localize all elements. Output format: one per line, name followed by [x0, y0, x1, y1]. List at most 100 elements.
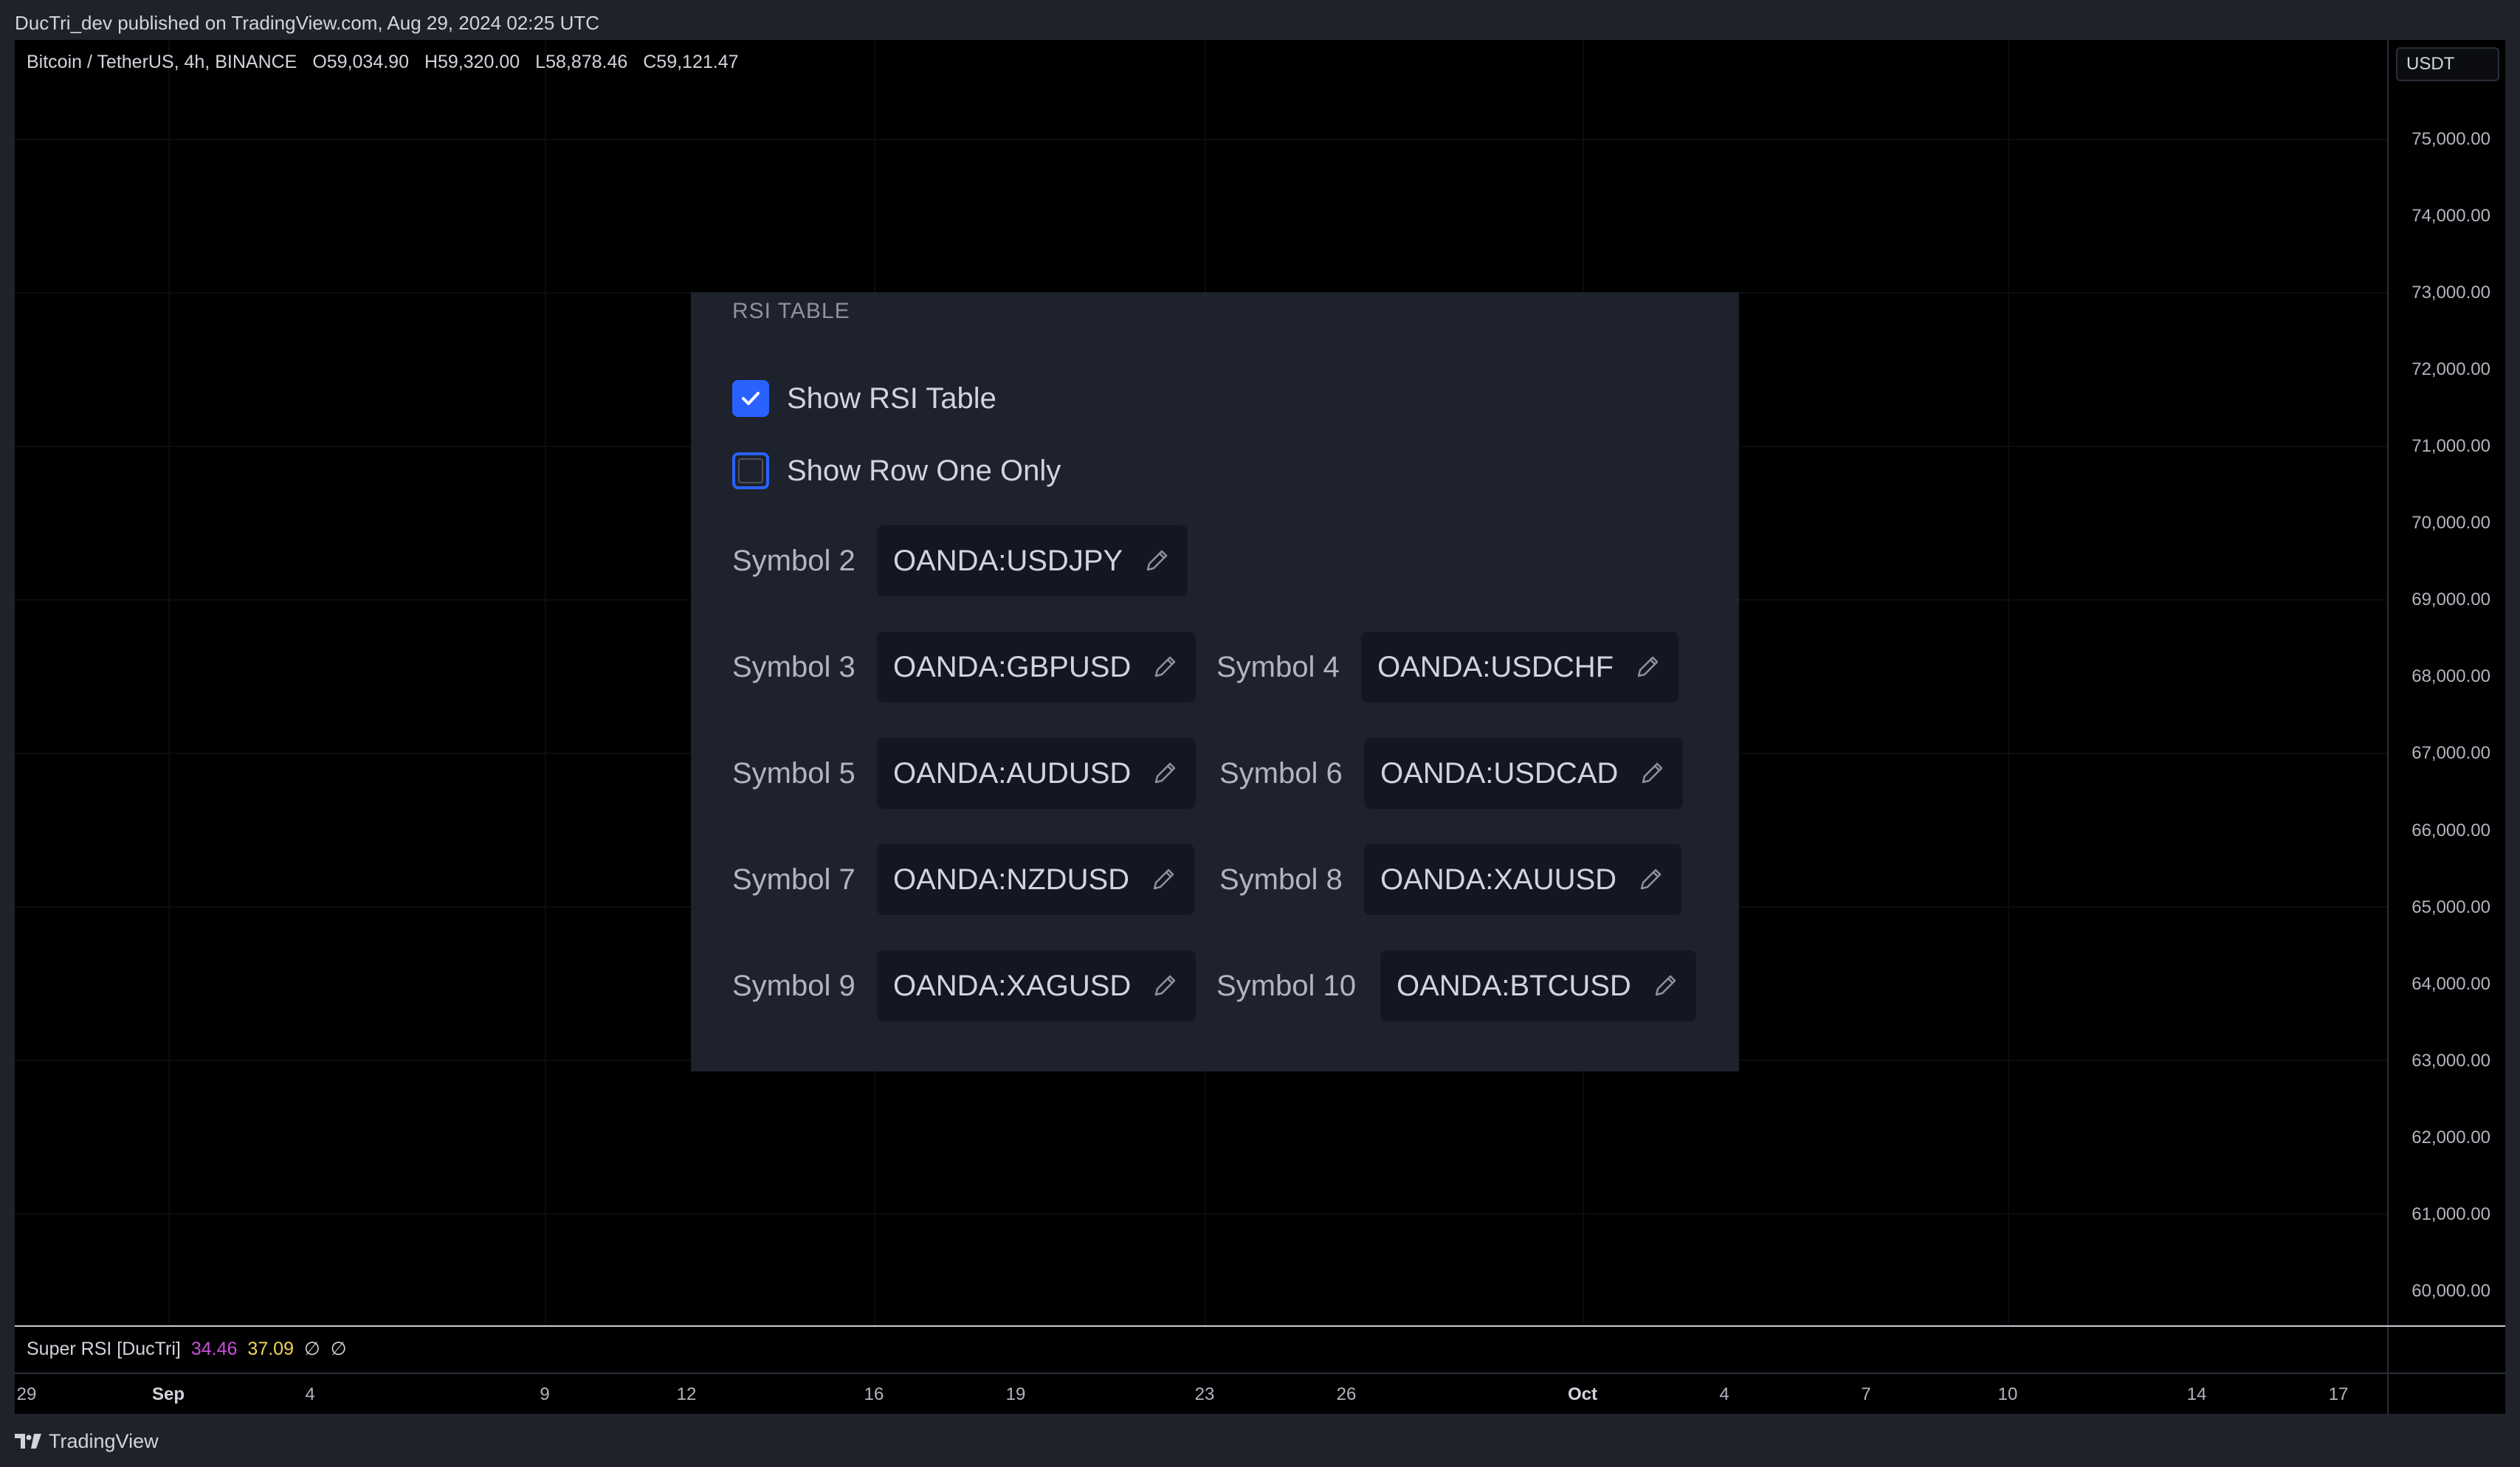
symbol-9-label: Symbol 9 — [732, 970, 856, 1002]
footer: TradingView — [15, 1426, 159, 1457]
price-tick-label: 75,000.00 — [2411, 129, 2490, 149]
gridline — [15, 1213, 2387, 1215]
symbol-8-value: OANDA:XAUUSD — [1380, 863, 1617, 896]
pencil-icon[interactable] — [1150, 652, 1180, 682]
price-tick-label: 71,000.00 — [2411, 436, 2490, 456]
symbol-4-value: OANDA:USDCHF — [1377, 650, 1614, 683]
symbol-10-value: OANDA:BTCUSD — [1397, 969, 1631, 1002]
symbol-3-label: Symbol 3 — [732, 651, 856, 683]
symbol-7-input[interactable]: OANDA:NZDUSD — [877, 844, 1195, 915]
price-tick-label: 74,000.00 — [2411, 206, 2490, 226]
section-title: RSI TABLE — [732, 299, 850, 323]
price-tick-label: 68,000.00 — [2411, 666, 2490, 686]
symbol-4-label: Symbol 4 — [1216, 651, 1340, 683]
symbol-10-input[interactable]: OANDA:BTCUSD — [1380, 950, 1696, 1021]
show-row-one-only-option[interactable]: Show Row One Only — [732, 449, 1061, 493]
symbol-6-value: OANDA:USDCAD — [1380, 756, 1619, 790]
symbol-9-value: OANDA:XAGUSD — [893, 969, 1132, 1002]
pencil-icon[interactable] — [1150, 971, 1180, 1001]
indicator-legend: Super RSI [DucTri] 34.46 37.09 ∅ ∅ — [27, 1337, 347, 1361]
gridline — [2008, 40, 2009, 1325]
publish-caption: DucTri_dev published on TradingView.com,… — [15, 12, 600, 34]
date-tick-label: 29 — [16, 1384, 37, 1404]
symbol-8-label: Symbol 8 — [1219, 863, 1343, 896]
date-tick-label: 16 — [864, 1384, 884, 1404]
show-row-one-only-checkbox[interactable] — [732, 452, 769, 489]
date-tick-label: 26 — [1336, 1384, 1357, 1404]
symbol-7-label: Symbol 7 — [732, 863, 856, 896]
show-rsi-table-label: Show RSI Table — [787, 382, 996, 415]
gridline — [545, 40, 546, 1325]
symbol-title[interactable]: Bitcoin / TetherUS, 4h, BINANCE — [27, 52, 297, 72]
symbol-6-label: Symbol 6 — [1219, 757, 1343, 790]
price-tick-label: 65,000.00 — [2411, 897, 2490, 917]
price-tick-label: 64,000.00 — [2411, 974, 2490, 994]
symbol-5-input[interactable]: OANDA:AUDUSD — [877, 738, 1197, 809]
date-tick-label: 14 — [2186, 1384, 2207, 1404]
indicator-value-2: 37.09 — [247, 1339, 294, 1359]
indicator-axis — [2387, 1327, 2505, 1373]
date-tick-label: 9 — [540, 1384, 550, 1404]
rsi-table-settings-panel: RSI TABLE Show RSI Table Show Row One On… — [691, 292, 1739, 1071]
date-tick-label: 7 — [1861, 1384, 1871, 1404]
show-rsi-table-option[interactable]: Show RSI Table — [732, 376, 996, 421]
low-value: L58,878.46 — [535, 52, 628, 72]
price-tick-label: 72,000.00 — [2411, 359, 2490, 379]
symbol-2-label: Symbol 2 — [732, 545, 856, 577]
symbol-9-input[interactable]: OANDA:XAGUSD — [877, 950, 1197, 1021]
symbol-7-value: OANDA:NZDUSD — [893, 863, 1130, 896]
symbol-5-label: Symbol 5 — [732, 757, 856, 790]
indicator-value-1: 34.46 — [190, 1339, 238, 1359]
pencil-icon[interactable] — [1142, 546, 1171, 576]
indicator-pane[interactable]: Super RSI [DucTri] 34.46 37.09 ∅ ∅ — [15, 1327, 2387, 1373]
show-row-one-only-label: Show Row One Only — [787, 454, 1061, 487]
axis-corner — [2387, 1373, 2505, 1414]
indicator-na-2: ∅ — [330, 1339, 347, 1359]
price-tick-label: 67,000.00 — [2411, 743, 2490, 763]
date-tick-label: 4 — [1719, 1384, 1729, 1404]
show-rsi-table-checkbox[interactable] — [732, 380, 769, 417]
date-tick-label: Sep — [151, 1384, 185, 1404]
symbol-8-input[interactable]: OANDA:XAUUSD — [1364, 844, 1682, 915]
price-tick-label: 70,000.00 — [2411, 513, 2490, 533]
symbol-4-input[interactable]: OANDA:USDCHF — [1361, 632, 1679, 703]
tradingview-logo-icon — [15, 1434, 41, 1449]
high-value: H59,320.00 — [424, 52, 520, 72]
pencil-icon[interactable] — [1633, 652, 1662, 682]
pencil-icon[interactable] — [1636, 865, 1665, 894]
date-tick-label: Oct — [1567, 1384, 1598, 1404]
open-value: O59,034.90 — [312, 52, 409, 72]
footer-brand[interactable]: TradingView — [49, 1430, 159, 1453]
price-tick-label: 62,000.00 — [2411, 1128, 2490, 1147]
pencil-icon[interactable] — [1637, 759, 1667, 788]
symbol-2-value: OANDA:USDJPY — [893, 544, 1123, 577]
symbol-3-input[interactable]: OANDA:GBPUSD — [877, 632, 1197, 703]
date-tick-label: 19 — [1005, 1384, 1026, 1404]
date-tick-label: 4 — [305, 1384, 315, 1404]
symbol-6-input[interactable]: OANDA:USDCAD — [1364, 738, 1684, 809]
checkmark-icon — [742, 392, 760, 405]
symbol-10-label: Symbol 10 — [1216, 970, 1356, 1002]
price-tick-label: 60,000.00 — [2411, 1281, 2490, 1301]
gridline — [15, 139, 2387, 140]
pencil-icon[interactable] — [1650, 971, 1680, 1001]
indicator-name[interactable]: Super RSI [DucTri] — [27, 1339, 181, 1359]
close-value: C59,121.47 — [643, 52, 739, 72]
symbol-2-input[interactable]: OANDA:USDJPY — [877, 525, 1188, 596]
price-axis[interactable]: USDT 75,000.00 74,000.00 73,000.00 72,000.0… — [2387, 40, 2505, 1325]
price-tick-label: 66,000.00 — [2411, 821, 2490, 840]
time-axis[interactable]: 29 Sep 4 9 12 16 19 23 26 Oct 4 7 10 14 17 — [15, 1373, 2387, 1414]
date-tick-label: 12 — [676, 1384, 697, 1404]
date-tick-label: 17 — [2328, 1384, 2349, 1404]
price-tick-label: 69,000.00 — [2411, 590, 2490, 610]
price-tick-label: 61,000.00 — [2411, 1204, 2490, 1224]
pencil-icon[interactable] — [1150, 759, 1180, 788]
symbol-3-value: OANDA:GBPUSD — [893, 650, 1132, 683]
gridline — [168, 40, 170, 1325]
currency-button[interactable]: USDT — [2396, 47, 2499, 81]
date-tick-label: 10 — [1997, 1384, 2018, 1404]
symbol-5-value: OANDA:AUDUSD — [893, 756, 1132, 790]
price-tick-label: 73,000.00 — [2411, 283, 2490, 303]
indicator-na-1: ∅ — [303, 1339, 320, 1359]
pencil-icon[interactable] — [1149, 865, 1178, 894]
